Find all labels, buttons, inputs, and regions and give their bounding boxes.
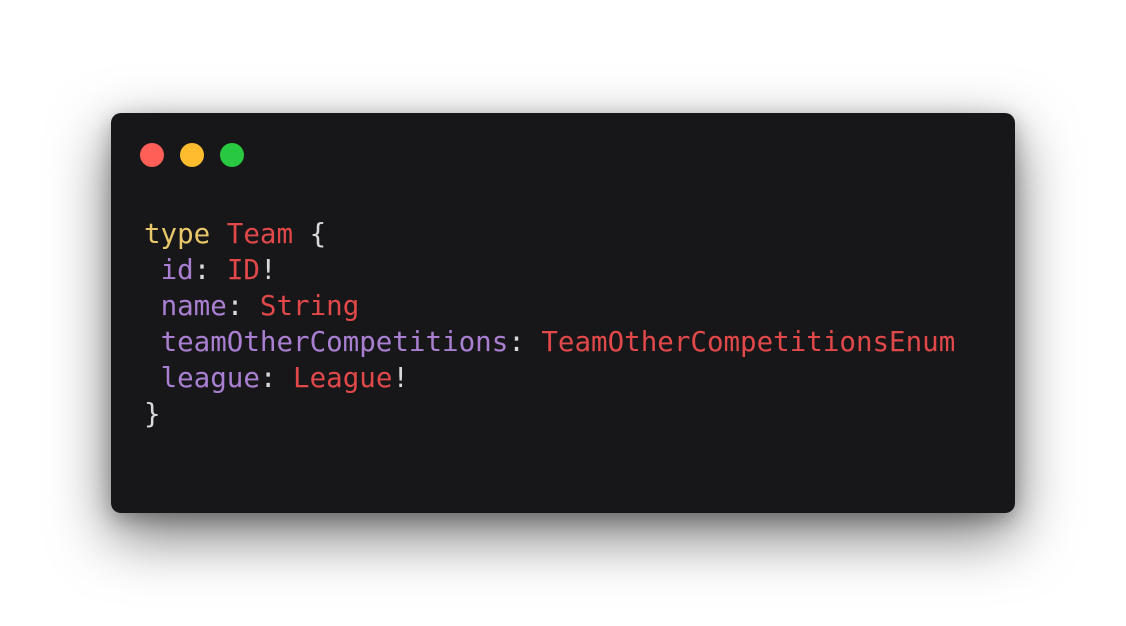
non-null-marker: !: [259, 254, 277, 286]
field-type: String: [259, 290, 360, 322]
field-type: League: [293, 362, 393, 394]
maximize-icon[interactable]: [220, 143, 244, 167]
field-name: id: [160, 254, 194, 286]
field-name: league: [160, 362, 260, 394]
field-name: teamOtherCompetitions: [160, 326, 509, 358]
field-colon: :: [193, 254, 211, 286]
field-colon: :: [226, 290, 244, 322]
field-colon: :: [508, 326, 525, 358]
field-name: name: [160, 290, 227, 322]
open-brace: {: [309, 218, 327, 250]
field-line-team-other-competitions: teamOtherCompetitions: TeamOtherCompetit…: [144, 324, 956, 360]
field-line-name: name: String: [144, 288, 955, 324]
non-null-marker: !: [392, 362, 409, 394]
close-brace: }: [144, 398, 161, 430]
code-block: type Team { id: ID! name: String teamOth…: [144, 216, 955, 432]
field-line-league: league: League!: [144, 360, 955, 396]
closing-line: }: [144, 396, 955, 432]
field-colon: :: [259, 362, 277, 394]
code-window: type Team { id: ID! name: String teamOth…: [111, 113, 1015, 513]
field-type: TeamOtherCompetitionsEnum: [541, 326, 956, 358]
type-name: Team: [226, 218, 294, 250]
window-controls: [140, 143, 244, 167]
minimize-icon[interactable]: [180, 143, 204, 167]
field-type: ID: [226, 254, 260, 286]
type-declaration-line: type Team {: [144, 216, 955, 252]
field-line-id: id: ID!: [144, 252, 955, 288]
keyword: type: [144, 218, 211, 250]
close-icon[interactable]: [140, 143, 164, 167]
